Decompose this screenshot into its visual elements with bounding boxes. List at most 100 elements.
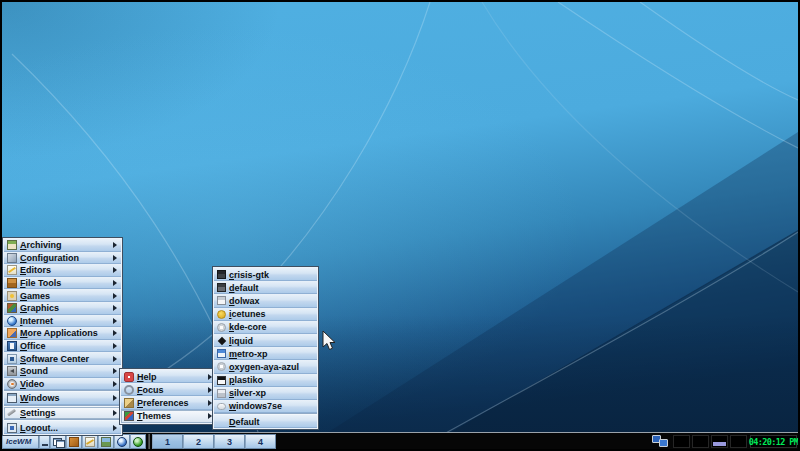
menu-item-windows[interactable]: Windows <box>4 392 121 405</box>
menu-item-dolwax[interactable]: dolwax <box>214 294 317 307</box>
menu-item-internet[interactable]: Internet <box>4 315 121 328</box>
menu-item-themes[interactable]: Themes <box>121 410 216 423</box>
submenu-arrow-icon <box>113 395 117 401</box>
theme-light-icon <box>217 296 226 305</box>
workspace-button-2[interactable]: 2 <box>183 434 214 449</box>
screen: Archiving Configuration Editors <box>0 0 800 451</box>
archiving-icon <box>7 240 17 250</box>
system-tray: 04:20:12 PM <box>651 434 797 449</box>
workspace-button-4[interactable]: 4 <box>245 434 276 449</box>
logout-icon <box>7 423 17 433</box>
menu-item-preferences[interactable]: Preferences <box>121 396 216 409</box>
workspace-button-1[interactable]: 1 <box>152 434 183 449</box>
submenu-arrow-icon <box>113 267 117 273</box>
menu-item-settings[interactable]: Settings <box>4 407 121 420</box>
menu-item-sound[interactable]: Sound <box>4 365 121 378</box>
focus-icon <box>124 385 134 395</box>
menu-item-crisis-gtk[interactable]: crisis-gtk <box>214 268 317 281</box>
window-list-button[interactable] <box>50 434 66 449</box>
submenu-arrow-icon <box>113 425 117 431</box>
submenu-arrow-icon <box>113 318 117 324</box>
menu-item-plastiko[interactable]: plastiko <box>214 374 317 387</box>
globe-green-icon <box>133 437 143 447</box>
menu-item-kde-core[interactable]: kde-core <box>214 321 317 334</box>
menu-item-help[interactable]: Help <box>121 370 216 383</box>
settings-icon <box>7 408 17 418</box>
internet-icon <box>7 316 17 326</box>
configuration-icon <box>7 253 17 263</box>
preferences-icon <box>124 398 134 408</box>
image-icon <box>101 437 111 447</box>
submenu-arrow-icon <box>113 356 117 362</box>
network-icon[interactable] <box>651 435 671 448</box>
launcher-browser-button[interactable] <box>114 434 130 449</box>
submenu-arrow-icon <box>113 255 117 261</box>
menu-item-default[interactable]: Default <box>214 415 317 428</box>
theme-bw-icon <box>217 376 226 385</box>
browser-icon <box>117 437 127 447</box>
menu-item-liquid[interactable]: liquid <box>214 334 317 347</box>
launcher-globe-green-button[interactable] <box>130 434 146 449</box>
start-button[interactable]: IceWM <box>2 434 39 449</box>
taskbar-separator <box>148 434 150 449</box>
tray-applet <box>711 435 728 448</box>
submenu-arrow-icon <box>113 410 117 416</box>
menu-item-games[interactable]: Games <box>4 289 121 302</box>
sound-icon <box>7 366 17 376</box>
theme-diamond-icon <box>217 336 226 345</box>
menu-item-software-center[interactable]: Software Center <box>4 352 121 365</box>
theme-ring2-icon <box>217 362 226 371</box>
editors-icon <box>7 265 17 275</box>
windows-icon <box>7 393 17 403</box>
editor-icon <box>85 437 95 447</box>
submenu-arrow-icon <box>113 381 117 387</box>
menu-item-focus[interactable]: Focus <box>121 383 216 396</box>
theme-dark2-icon <box>217 283 226 292</box>
theme-silver-icon <box>217 389 226 398</box>
workspace-button-3[interactable]: 3 <box>214 434 245 449</box>
menu-item-file-tools[interactable]: File Tools <box>4 277 121 290</box>
theme-ring-icon <box>217 323 226 332</box>
graphics-icon <box>7 303 17 313</box>
menu-item-windows7se[interactable]: windows7se <box>214 400 317 413</box>
submenu-arrow-icon <box>113 293 117 299</box>
submenu-arrow-icon <box>113 242 117 248</box>
menu-item-default[interactable]: default <box>214 281 317 294</box>
theme-yellow-icon <box>217 310 226 319</box>
file-tools-icon <box>7 278 17 288</box>
themes-icon <box>124 411 134 421</box>
menu-item-graphics[interactable]: Graphics <box>4 302 121 315</box>
theme-dark-icon <box>217 270 226 279</box>
themes-submenu: crisis-gtk default dolwax ice <box>212 266 319 430</box>
submenu-arrow-icon <box>113 280 117 286</box>
submenu-arrow-icon <box>113 330 117 336</box>
help-icon <box>124 372 134 382</box>
tray-applet <box>692 435 709 448</box>
submenu-arrow-icon <box>113 368 117 374</box>
menu-item-logout[interactable]: Logout... <box>4 421 121 434</box>
theme-pill-icon <box>217 403 226 410</box>
software-center-icon <box>7 354 17 364</box>
tray-applet <box>730 435 747 448</box>
menu-item-editors[interactable]: Editors <box>4 264 121 277</box>
menu-item-office[interactable]: Office <box>4 340 121 353</box>
root-menu: Archiving Configuration Editors <box>2 237 123 436</box>
menu-item-silver-xp[interactable]: silver-xp <box>214 387 317 400</box>
menu-item-video[interactable]: Video <box>4 378 121 391</box>
clock[interactable]: 04:20:12 PM <box>750 435 797 448</box>
menu-item-oxygen-aya-azul[interactable]: oxygen-aya-azul <box>214 360 317 373</box>
mouse-cursor <box>322 330 338 352</box>
launcher-package-button[interactable] <box>66 434 82 449</box>
more-applications-icon <box>7 328 17 338</box>
menu-item-metro-xp[interactable]: metro-xp <box>214 347 317 360</box>
show-desktop-button[interactable] <box>39 434 50 449</box>
tray-applet <box>673 435 690 448</box>
menu-item-icetunes[interactable]: icetunes <box>214 308 317 321</box>
menu-item-archiving[interactable]: Archiving <box>4 239 121 252</box>
menu-item-configuration[interactable]: Configuration <box>4 252 121 265</box>
launcher-editor-button[interactable] <box>82 434 98 449</box>
video-icon <box>7 379 17 389</box>
menu-item-more-applications[interactable]: More Applications <box>4 327 121 340</box>
launcher-image-button[interactable] <box>98 434 114 449</box>
settings-submenu: Help Focus Preferences Themes <box>119 368 218 425</box>
